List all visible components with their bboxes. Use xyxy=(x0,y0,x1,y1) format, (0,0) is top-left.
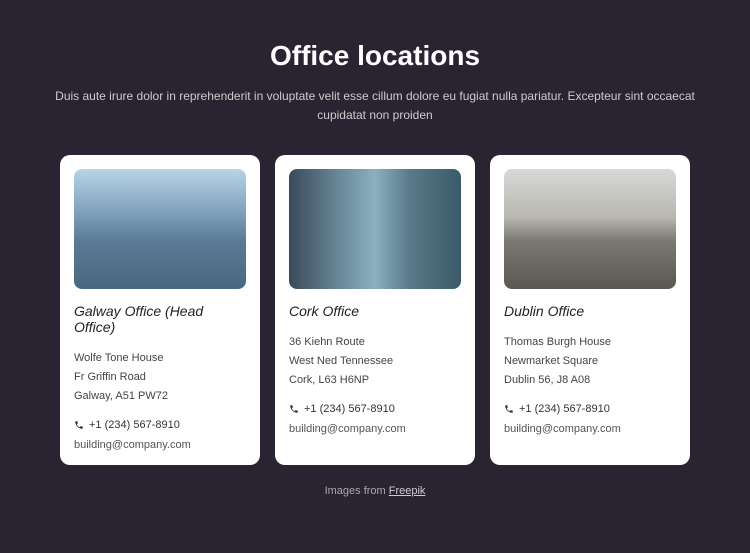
address-line: Cork, L63 H6NP xyxy=(289,371,461,390)
phone-icon xyxy=(504,404,514,414)
address-line: Newmarket Square xyxy=(504,352,676,371)
footer-link[interactable]: Freepik xyxy=(389,485,426,497)
office-email: building@company.com xyxy=(289,423,461,435)
office-name: Galway Office (Head Office) xyxy=(74,303,246,335)
office-card: Dublin Office Thomas Burgh House Newmark… xyxy=(490,155,690,465)
office-image xyxy=(289,169,461,289)
address-line: 36 Kiehn Route xyxy=(289,333,461,352)
office-card: Cork Office 36 Kiehn Route West Ned Tenn… xyxy=(275,155,475,465)
address-line: Fr Griffin Road xyxy=(74,368,246,387)
office-address: Thomas Burgh House Newmarket Square Dubl… xyxy=(504,333,676,389)
office-name: Dublin Office xyxy=(504,303,676,319)
footer-text: Images from xyxy=(325,485,389,497)
office-phone: +1 (234) 567-8910 xyxy=(289,403,461,415)
address-line: Dublin 56, J8 A08 xyxy=(504,371,676,390)
phone-number: +1 (234) 567-8910 xyxy=(519,403,610,415)
office-address: Wolfe Tone House Fr Griffin Road Galway,… xyxy=(74,349,246,405)
phone-icon xyxy=(289,404,299,414)
office-address: 36 Kiehn Route West Ned Tennessee Cork, … xyxy=(289,333,461,389)
page-title: Office locations xyxy=(50,40,700,72)
address-line: Galway, A51 PW72 xyxy=(74,387,246,406)
office-card: Galway Office (Head Office) Wolfe Tone H… xyxy=(60,155,260,465)
office-image xyxy=(504,169,676,289)
page-subtitle: Duis aute irure dolor in reprehenderit i… xyxy=(50,87,700,125)
address-line: Wolfe Tone House xyxy=(74,349,246,368)
office-image xyxy=(74,169,246,289)
footer-credit: Images from Freepik xyxy=(50,485,700,497)
phone-number: +1 (234) 567-8910 xyxy=(89,419,180,431)
phone-icon xyxy=(74,420,84,430)
office-email: building@company.com xyxy=(74,439,246,451)
phone-number: +1 (234) 567-8910 xyxy=(304,403,395,415)
address-line: Thomas Burgh House xyxy=(504,333,676,352)
address-line: West Ned Tennessee xyxy=(289,352,461,371)
office-name: Cork Office xyxy=(289,303,461,319)
office-phone: +1 (234) 567-8910 xyxy=(504,403,676,415)
office-phone: +1 (234) 567-8910 xyxy=(74,419,246,431)
office-email: building@company.com xyxy=(504,423,676,435)
office-cards: Galway Office (Head Office) Wolfe Tone H… xyxy=(50,155,700,465)
